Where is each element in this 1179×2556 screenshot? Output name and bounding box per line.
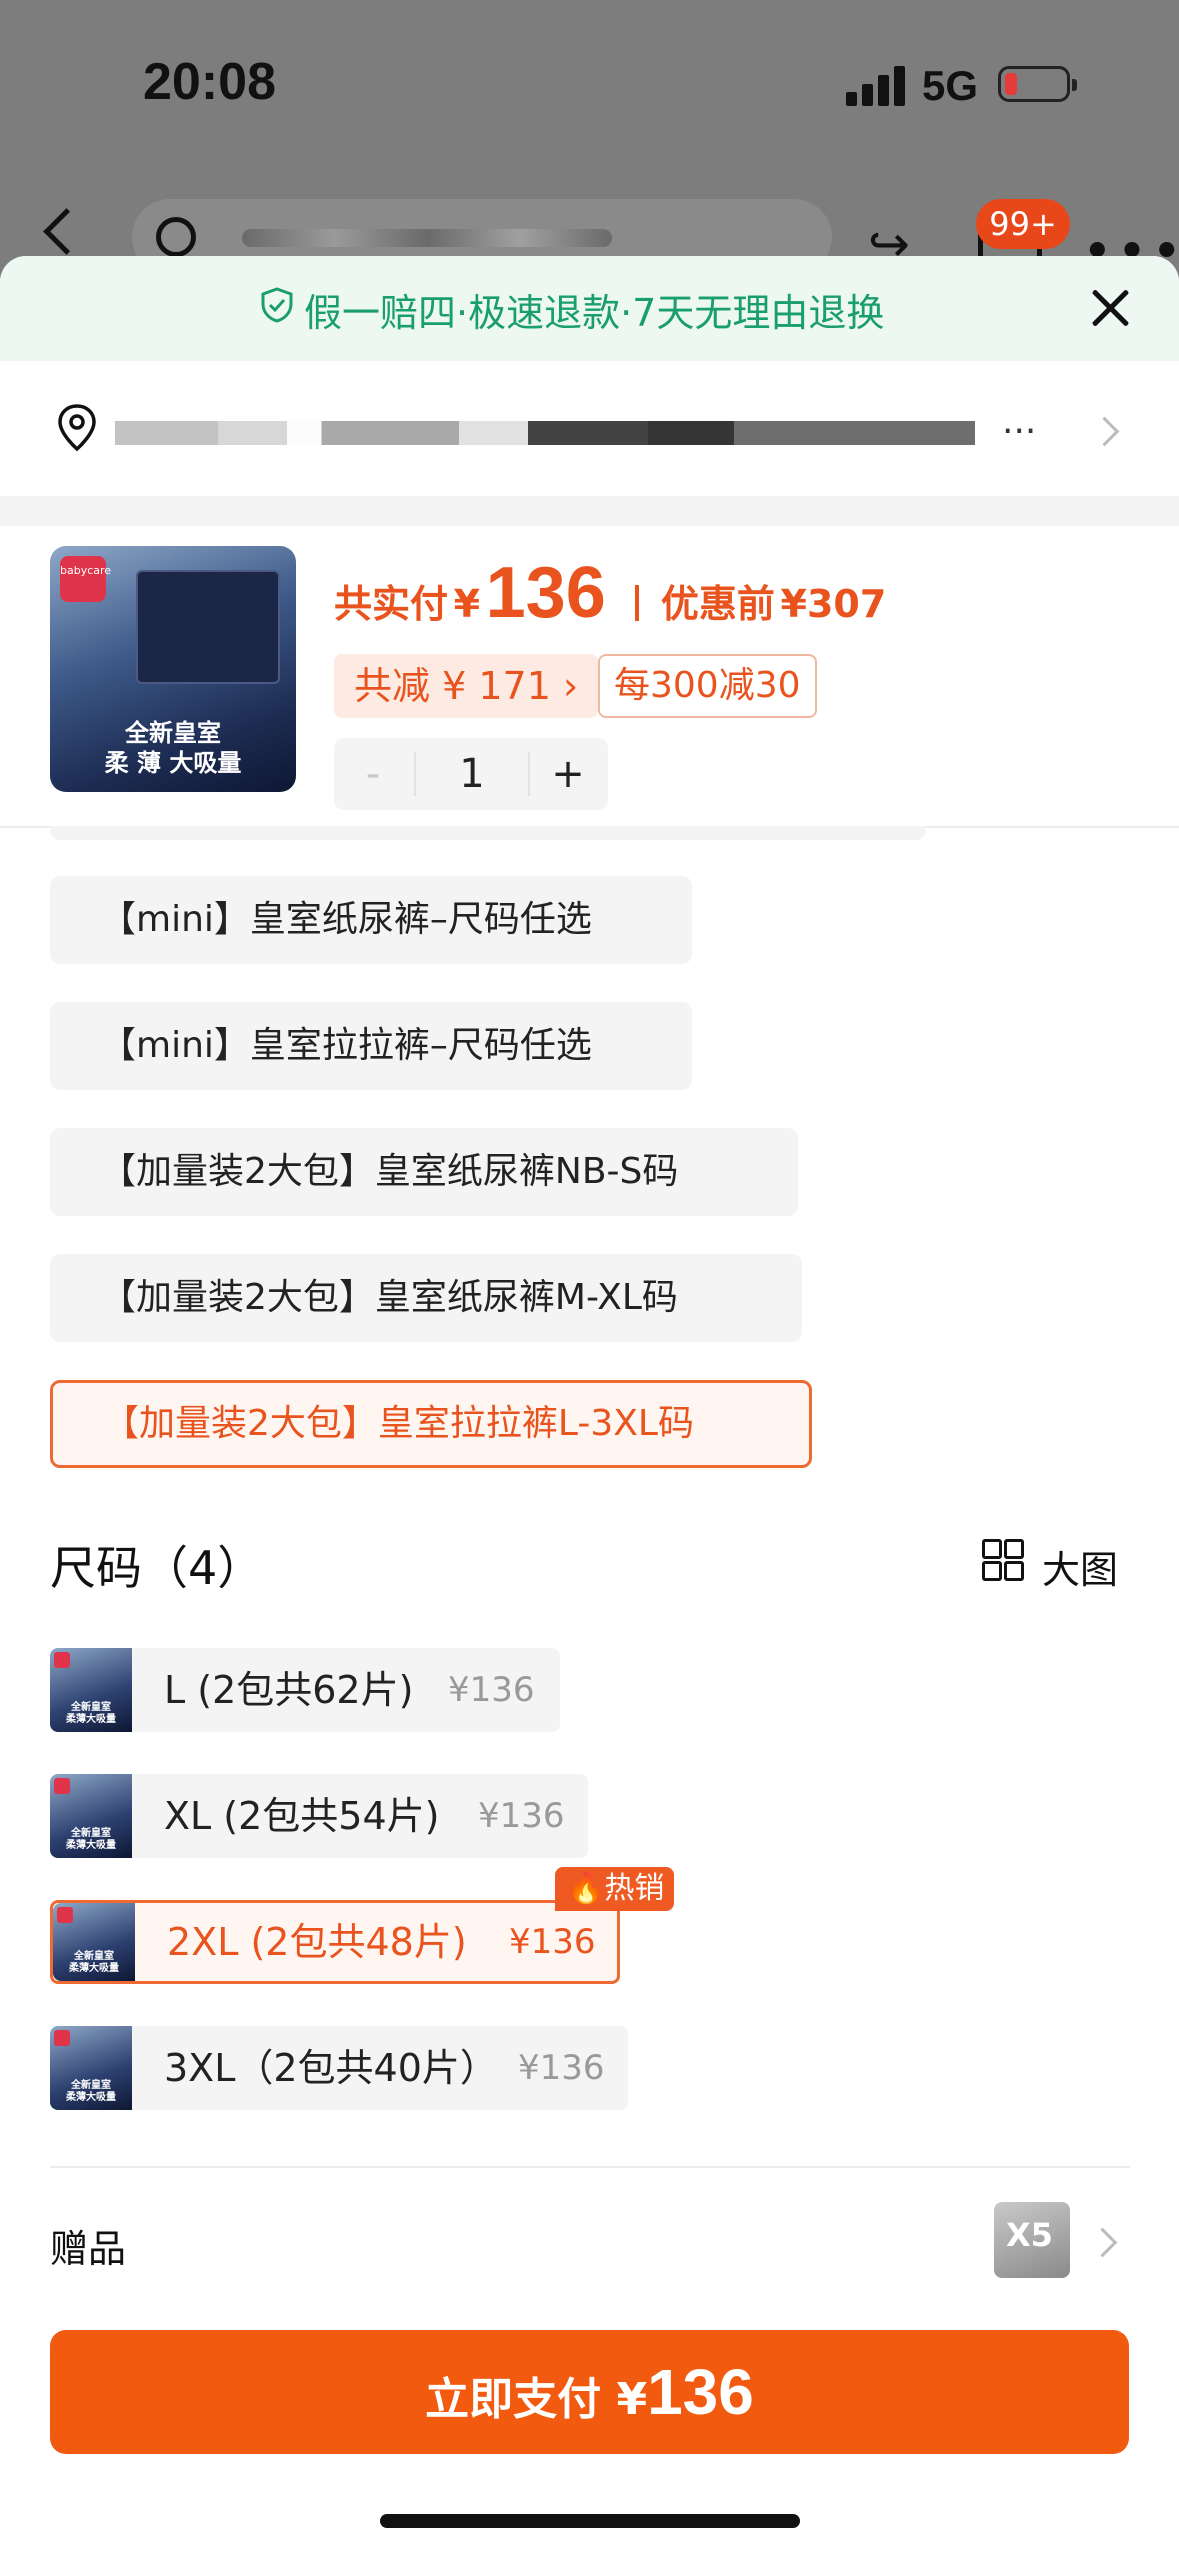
size-section-title: 尺码（4） [50, 1541, 264, 1595]
thumb-text-line2: 柔 薄 大吸量 [104, 749, 242, 777]
currency-symbol: ¥ [453, 582, 481, 626]
size-price: ¥136 [509, 1922, 596, 1962]
address-ellipsis: ... [1002, 401, 1037, 442]
quantity-stepper: - 1 + [334, 738, 608, 810]
section-gap [0, 496, 1179, 526]
cart-badge: 99+ [976, 199, 1070, 249]
pay-label: 立即支付 ¥ [425, 2374, 648, 2425]
quantity-minus-button[interactable]: - [334, 738, 412, 810]
gift-label: 赠品 [50, 2227, 127, 2271]
quantity-value[interactable]: 1 [414, 752, 530, 796]
guarantee-text: 假一赔四·极速退款·7天无理由退换 [304, 291, 885, 335]
search-text-blurred [242, 229, 612, 247]
big-image-toggle[interactable]: 大图 [980, 1539, 1118, 1594]
sku-selection-sheet: 假一赔四·极速退款·7天无理由退换 ... babycare 全新皇室 柔 薄 … [0, 256, 1179, 2556]
size-option-3xl[interactable]: 全新皇室 柔薄大吸量 3XL（2包共40片） ¥136 [50, 2026, 628, 2110]
option-peek [50, 826, 926, 840]
size-thumbnail: 全新皇室 柔薄大吸量 [50, 1774, 132, 1858]
size-option-xl[interactable]: 全新皇室 柔薄大吸量 XL (2包共54片) ¥136 [50, 1774, 588, 1858]
paid-label: 共实付 [334, 582, 449, 626]
option-mini-diaper[interactable]: 【mini】皇室纸尿裤–尺码任选 [50, 876, 692, 964]
gift-count: X5 [1006, 2216, 1053, 2254]
status-time: 20:08 [143, 53, 276, 111]
option-label: 【mini】皇室纸尿裤–尺码任选 [100, 899, 592, 940]
size-thumbnail: 全新皇室 柔薄大吸量 [50, 1648, 132, 1732]
option-label: 【mini】皇室拉拉裤–尺码任选 [100, 1025, 592, 1066]
guarantee-banner: 假一赔四·极速退款·7天无理由退换 [0, 256, 1179, 361]
hot-sale-badge: 🔥热销 [555, 1867, 675, 1911]
price-divider [635, 585, 640, 621]
thumb-text-line1: 全新皇室 [125, 719, 221, 747]
size-thumbnail: 全新皇室 柔薄大吸量 [53, 1903, 135, 1981]
product-thumbnail[interactable]: babycare 全新皇室 柔 薄 大吸量 [50, 546, 296, 792]
product-summary: babycare 全新皇室 柔 薄 大吸量 共实付 ¥ 136 优惠前 ¥307… [0, 526, 1179, 828]
grid-icon [982, 1539, 1024, 1581]
battery-icon [998, 66, 1077, 102]
chevron-right-icon[interactable] [1087, 2227, 1118, 2258]
pay-now-button[interactable]: 立即支付 ¥136 [50, 2330, 1129, 2454]
network-type: 5G [922, 62, 979, 109]
chevron-right-icon [1089, 416, 1120, 447]
big-image-label: 大图 [1042, 1548, 1119, 1592]
size-price: ¥136 [478, 1796, 565, 1836]
search-icon [156, 217, 196, 257]
home-indicator[interactable] [380, 2514, 800, 2528]
option-value-pullup-l-3xl[interactable]: 【加量装2大包】皇室拉拉裤L-3XL码 [50, 1380, 812, 1468]
hot-sale-label: 热销 [604, 1871, 665, 1906]
option-label: 【加量装2大包】皇室纸尿裤M-XL码 [100, 1277, 678, 1318]
size-name: 3XL（2包共40片） [164, 2046, 498, 2090]
flame-icon: 🔥 [567, 1871, 605, 1906]
option-value-diaper-nb-s[interactable]: 【加量装2大包】皇室纸尿裤NB-S码 [50, 1128, 798, 1216]
option-mini-pullup[interactable]: 【mini】皇室拉拉裤–尺码任选 [50, 1002, 692, 1090]
signal-icon [846, 64, 906, 106]
brand-logo-icon: babycare [60, 556, 111, 602]
gift-thumbnail[interactable]: X5 [994, 2202, 1070, 2278]
quantity-plus-button[interactable]: + [528, 738, 608, 810]
promo-rule-tag: 每300减30 [598, 654, 817, 718]
address-text-blurred [115, 421, 975, 445]
size-option-2xl[interactable]: 全新皇室 柔薄大吸量 2XL (2包共48片) ¥136 🔥热销 [50, 1867, 675, 1984]
size-option-l[interactable]: 全新皇室 柔薄大吸量 L (2包共62片) ¥136 [50, 1648, 560, 1732]
before-discount-label: 优惠前 [660, 582, 775, 626]
size-price: ¥136 [518, 2048, 605, 2088]
option-label: 【加量装2大包】皇室拉拉裤L-3XL码 [103, 1403, 694, 1444]
back-icon[interactable] [43, 208, 90, 255]
price-line: 共实付 ¥ 136 优惠前 ¥307 [334, 552, 886, 634]
divider [50, 2166, 1130, 2168]
size-thumbnail: 全新皇室 柔薄大吸量 [50, 2026, 132, 2110]
status-bar: 20:08 5G [0, 0, 1179, 180]
option-value-diaper-m-xl[interactable]: 【加量装2大包】皇室纸尿裤M-XL码 [50, 1254, 802, 1342]
size-name: 2XL (2包共48片) [167, 1920, 467, 1964]
discount-tag[interactable]: 共减 ¥ 171 › [334, 654, 599, 718]
option-label: 【加量装2大包】皇室纸尿裤NB-S码 [100, 1151, 679, 1192]
paid-amount: 136 [485, 553, 606, 633]
location-pin-icon [58, 404, 96, 452]
shield-check-icon [261, 287, 293, 323]
close-icon[interactable] [1086, 284, 1134, 332]
size-name: XL (2包共54片) [164, 1794, 440, 1838]
address-row[interactable]: ... [0, 361, 1179, 496]
pay-amount: 136 [647, 2356, 754, 2428]
size-name: L (2包共62片) [164, 1668, 414, 1712]
before-discount-price: ¥307 [780, 582, 887, 626]
product-pack-image [136, 570, 280, 684]
size-price: ¥136 [448, 1670, 535, 1710]
